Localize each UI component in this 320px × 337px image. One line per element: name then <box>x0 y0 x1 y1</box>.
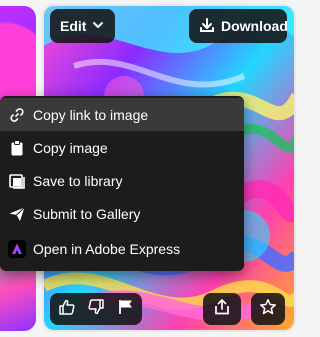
menu-item-open-in-adobe-express[interactable]: Open in Adobe Express <box>0 232 244 265</box>
send-icon <box>8 205 26 223</box>
library-icon <box>8 172 26 190</box>
clipboard-icon <box>8 139 26 157</box>
menu-item-save-to-library[interactable]: Save to library <box>0 164 244 197</box>
chevron-down-icon <box>92 18 104 34</box>
share-icon <box>213 298 231 321</box>
edit-button[interactable]: Edit <box>50 9 115 43</box>
star-icon <box>259 298 277 321</box>
menu-item-label: Open in Adobe Express <box>33 240 181 257</box>
link-icon <box>8 106 26 124</box>
menu-item-label: Save to library <box>33 172 123 189</box>
share-button[interactable] <box>203 293 241 325</box>
flag-icon[interactable] <box>117 298 135 321</box>
download-button[interactable]: Download <box>189 9 288 43</box>
menu-item-copy-image[interactable]: Copy image <box>0 131 244 164</box>
download-label: Download <box>221 18 288 34</box>
menu-item-copy-link[interactable]: Copy link to image <box>0 98 244 131</box>
context-menu: Copy link to image Copy image Save to li… <box>0 96 244 271</box>
menu-item-label: Copy link to image <box>33 106 149 123</box>
edit-label: Edit <box>60 18 87 34</box>
menu-item-label: Submit to Gallery <box>33 205 141 222</box>
menu-item-label: Copy image <box>33 139 108 156</box>
adobe-express-icon <box>8 239 26 258</box>
favorite-button[interactable] <box>251 293 285 325</box>
download-icon <box>199 17 215 36</box>
thumbs-down-icon[interactable] <box>87 298 105 321</box>
thumbs-up-icon[interactable] <box>58 298 76 321</box>
feedback-button-group <box>50 293 142 325</box>
menu-item-submit-to-gallery[interactable]: Submit to Gallery <box>0 197 244 230</box>
